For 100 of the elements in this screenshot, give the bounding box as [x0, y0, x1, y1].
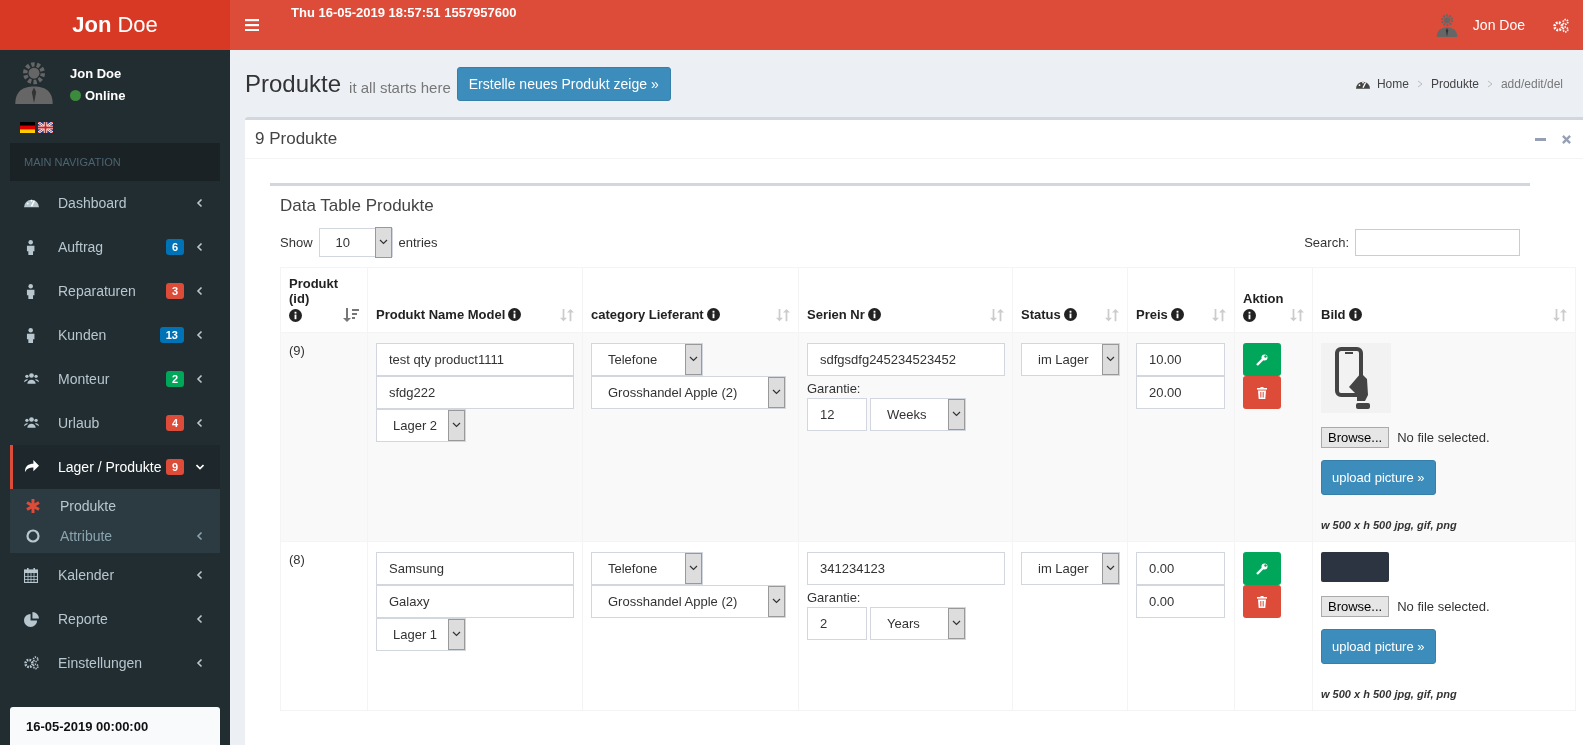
minimize-icon[interactable]: [1535, 137, 1546, 141]
sort-icon[interactable]: [990, 308, 1004, 322]
gears-icon: [23, 656, 39, 670]
breadcrumb-link[interactable]: Home: [1355, 77, 1409, 91]
sidebar-item[interactable]: Kalender: [10, 553, 220, 597]
model-field[interactable]: Galaxy: [376, 585, 574, 618]
warranty-label: Garantie:: [807, 590, 862, 605]
curved-arrow-icon: [23, 460, 39, 474]
count-badge: 6: [165, 239, 184, 255]
breadcrumb-separator-icon: [1486, 80, 1493, 88]
name-field[interactable]: test qty product1111: [376, 343, 574, 376]
column-label: Produkt (id): [289, 276, 339, 306]
warranty-unit-select[interactable]: Years: [870, 607, 966, 640]
sidebar-item[interactable]: Dashboard: [10, 181, 220, 225]
storage-select[interactable]: Lager 2: [376, 409, 466, 442]
date-display: 16-05-2019 00:00:00: [10, 707, 220, 745]
sidebar-item[interactable]: Einstellungen: [10, 641, 220, 685]
info-icon: [706, 308, 720, 321]
warranty-field[interactable]: 12: [807, 398, 867, 431]
storage-select[interactable]: Lager 1: [376, 618, 466, 651]
column-label: Aktion: [1243, 291, 1284, 306]
submenu-item[interactable]: Produkte: [10, 491, 220, 521]
wrench-icon: [1256, 562, 1268, 575]
price-field[interactable]: 10.00: [1136, 343, 1225, 376]
delete-button[interactable]: [1243, 376, 1281, 409]
sort-icon[interactable]: [560, 308, 574, 322]
upload-button[interactable]: upload picture »: [1321, 629, 1436, 664]
uk-flag-icon[interactable]: [38, 122, 53, 133]
browse-button[interactable]: Browse...: [1321, 596, 1390, 617]
count-badge: 2: [165, 371, 184, 387]
close-icon[interactable]: [1562, 134, 1571, 144]
category-select[interactable]: Telefone: [591, 343, 703, 376]
sidebar-item[interactable]: Urlaub 4: [10, 401, 220, 445]
section-heading: MAIN NAVIGATION: [10, 143, 220, 181]
create-product-button[interactable]: Erstelle neues Produkt zeige »: [456, 67, 671, 101]
sort-icon[interactable]: [1212, 308, 1226, 322]
warranty-label: Garantie:: [807, 381, 862, 396]
column-label: Preis: [1136, 307, 1168, 322]
settings-icon[interactable]: [1553, 17, 1569, 33]
column-label: Produkt Name Model: [376, 307, 506, 322]
people-icon: [23, 417, 39, 429]
german-flag-icon[interactable]: [20, 122, 35, 133]
user-name: Jon Doe: [70, 66, 123, 81]
name-field[interactable]: Samsung: [376, 552, 574, 585]
show-label: Show: [280, 235, 313, 250]
sidebar-item[interactable]: Reporte: [10, 597, 220, 641]
count-badge: 3: [165, 283, 184, 299]
count-badge: 4: [165, 415, 184, 431]
category-select[interactable]: Telefone: [591, 552, 703, 585]
edit-button[interactable]: [1243, 552, 1281, 585]
person-icon: [26, 327, 36, 343]
brand-logo[interactable]: Jon Doe: [0, 0, 230, 50]
edit-button[interactable]: [1243, 343, 1281, 376]
browse-button[interactable]: Browse...: [1321, 427, 1390, 448]
product-id: (8): [289, 552, 305, 567]
person-icon: [26, 239, 36, 255]
warranty-unit-select[interactable]: Weeks: [870, 398, 966, 431]
sort-descending-icon[interactable]: [343, 308, 359, 322]
submenu-item[interactable]: Attribute: [10, 521, 220, 551]
circle-icon: [26, 529, 40, 543]
file-format-hint: w 500 x h 500 jpg, gif, png: [1321, 688, 1458, 700]
price-field[interactable]: 0.00: [1136, 585, 1225, 618]
sort-icon[interactable]: [1105, 308, 1119, 322]
info-icon: [1243, 309, 1256, 322]
serial-number-field[interactable]: sdfgsdfg245234523452: [807, 343, 1005, 376]
pie-chart-icon: [23, 611, 39, 627]
search-field[interactable]: [1355, 229, 1520, 256]
model-field[interactable]: sfdg222: [376, 376, 574, 409]
product-id: (9): [289, 343, 305, 358]
sidebar-item[interactable]: Reparaturen 3: [10, 269, 220, 313]
user-avatar-icon: [1434, 13, 1459, 37]
sidebar-item[interactable]: Monteur 2: [10, 357, 220, 401]
count-badge: 9: [165, 459, 184, 475]
upload-button[interactable]: upload picture »: [1321, 460, 1436, 495]
menu-icon[interactable]: [245, 19, 259, 31]
supplier-select[interactable]: Grosshandel Apple (2): [591, 376, 786, 409]
user-name[interactable]: Jon Doe: [1472, 17, 1525, 33]
sort-icon[interactable]: [1290, 308, 1304, 322]
warranty-field[interactable]: 2: [807, 607, 867, 640]
page-size-select[interactable]: 10: [318, 228, 393, 257]
sort-icon[interactable]: [776, 308, 790, 322]
breadcrumb-separator-icon: [1416, 80, 1423, 88]
status-select[interactable]: im Lager: [1021, 343, 1120, 376]
delete-button[interactable]: [1243, 585, 1281, 618]
status-select[interactable]: im Lager: [1021, 552, 1120, 585]
sidebar-item[interactable]: Auftrag 6: [10, 225, 220, 269]
price-field[interactable]: 0.00: [1136, 552, 1225, 585]
serial-number-field[interactable]: 341234123: [807, 552, 1005, 585]
price-field[interactable]: 20.00: [1136, 376, 1225, 409]
sort-icon[interactable]: [1553, 308, 1567, 322]
date-time: Thu 16-05-2019 18:57:51 1557957600: [291, 5, 517, 20]
count-badge: 13: [159, 327, 184, 343]
breadcrumb-link[interactable]: add/edit/del: [1500, 77, 1563, 91]
supplier-select[interactable]: Grosshandel Apple (2): [591, 585, 786, 618]
asterisk-icon: [26, 499, 40, 513]
dashboard-icon: [23, 197, 39, 209]
wrench-icon: [1256, 353, 1268, 366]
breadcrumb-link[interactable]: Produkte: [1430, 77, 1479, 91]
sidebar-item[interactable]: Lager / Produkte 9: [10, 445, 220, 489]
sidebar-item[interactable]: Kunden 13: [10, 313, 220, 357]
